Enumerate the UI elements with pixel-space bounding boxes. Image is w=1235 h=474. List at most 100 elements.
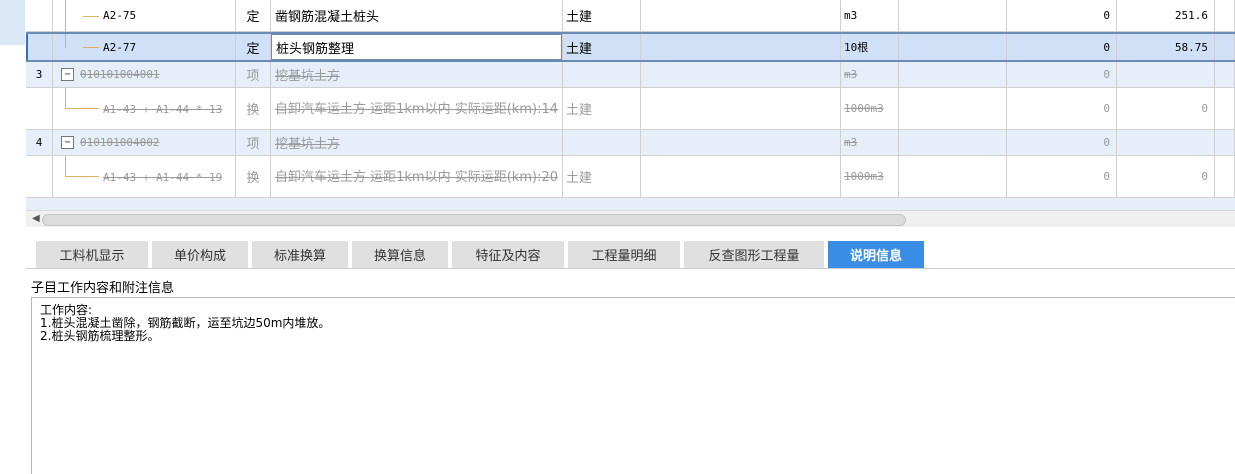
tab-features-content[interactable]: 特征及内容 xyxy=(452,241,564,268)
quantity-cell[interactable]: 0 xyxy=(1007,62,1117,87)
row-number: 4 xyxy=(26,130,53,155)
item-code: A1-43 + A1-44 * 13 xyxy=(103,102,223,116)
empty-cell[interactable] xyxy=(899,130,1007,155)
tab-resource-display[interactable]: 工料机显示 xyxy=(36,241,148,268)
horizontal-scrollbar[interactable]: ◀ xyxy=(26,210,1235,227)
detail-tab-bar: 工料机显示 单价构成 标准换算 换算信息 特征及内容 工程量明细 反查图形工程量… xyxy=(26,238,1235,269)
empty-cell xyxy=(1215,88,1235,129)
empty-cell[interactable] xyxy=(641,130,841,155)
table-row-selected[interactable]: A2-77 定 桩头钢筋整理 土建 10根 0 58.75 xyxy=(26,32,1235,62)
code-cell[interactable]: A2-75 xyxy=(53,0,236,31)
quantity-cell[interactable]: 0 xyxy=(1007,0,1117,31)
left-rail xyxy=(0,0,25,474)
major-cell[interactable]: 土建 xyxy=(563,88,641,129)
price-cell[interactable]: 251.6 xyxy=(1117,0,1215,31)
tree-line xyxy=(83,16,99,17)
major-cell[interactable]: 土建 xyxy=(563,156,641,197)
type-cell[interactable]: 换 xyxy=(236,88,271,129)
row-selector-highlight xyxy=(0,0,25,45)
major-cell[interactable] xyxy=(563,62,641,87)
empty-cell[interactable] xyxy=(641,62,841,87)
tree-line xyxy=(83,47,99,48)
name-cell[interactable]: 挖基坑土方 xyxy=(271,130,563,155)
empty-cell[interactable] xyxy=(641,88,841,129)
tab-quantity-details[interactable]: 工程量明细 xyxy=(568,241,680,268)
collapse-minus-icon[interactable]: − xyxy=(61,136,74,149)
code-cell[interactable]: − 010101004001 xyxy=(53,62,236,87)
row-number xyxy=(26,34,53,60)
empty-cell[interactable] xyxy=(899,88,1007,129)
type-cell[interactable]: 换 xyxy=(236,156,271,197)
table-row[interactable]: A1-43 + A1-44 * 19 换 自卸汽车运土方 运距1km以内 实际运… xyxy=(26,156,1235,198)
row-number xyxy=(26,156,53,197)
item-code: A2-75 xyxy=(103,9,137,22)
major-cell[interactable] xyxy=(563,130,641,155)
quantity-cell[interactable]: 0 xyxy=(1007,130,1117,155)
name-cell[interactable]: 凿钢筋混凝土桩头 xyxy=(271,0,563,31)
panel-title: 子目工作内容和附注信息 xyxy=(31,281,175,296)
description-textarea[interactable]: 工作内容: 1.桩头混凝土凿除，钢筋截断，运至坑边50m内堆放。 2.桩头钢筋梳… xyxy=(31,297,1235,474)
major-cell[interactable]: 土建 xyxy=(563,34,641,60)
tree-line xyxy=(65,34,66,48)
price-cell[interactable]: 58.75 xyxy=(1117,34,1215,60)
table-row[interactable]: A1-43 + A1-44 * 13 换 自卸汽车运土方 运距1km以内 实际运… xyxy=(26,88,1235,130)
unit-cell[interactable]: m3 xyxy=(841,130,899,155)
unit-cell[interactable]: m3 xyxy=(841,62,899,87)
quantity-cell[interactable]: 0 xyxy=(1007,34,1117,60)
tree-line xyxy=(65,0,66,31)
empty-cell[interactable] xyxy=(899,34,1007,60)
price-cell[interactable]: 0 xyxy=(1117,156,1215,197)
tab-reverse-graphic-quantity[interactable]: 反查图形工程量 xyxy=(684,241,824,268)
code-cell[interactable]: A2-77 xyxy=(53,34,236,60)
tab-unit-price-composition[interactable]: 单价构成 xyxy=(152,241,248,268)
empty-cell[interactable] xyxy=(641,34,841,60)
name-cell[interactable]: 自卸汽车运土方 运距1km以内 实际运距(km):20 xyxy=(271,156,563,197)
collapse-minus-icon[interactable]: − xyxy=(61,68,74,81)
quantity-cell[interactable]: 0 xyxy=(1007,156,1117,197)
empty-cell[interactable] xyxy=(899,156,1007,197)
unit-cell[interactable]: m3 xyxy=(841,0,899,31)
type-cell[interactable]: 项 xyxy=(236,62,271,87)
row-number: 3 xyxy=(26,62,53,87)
empty-cell xyxy=(1215,130,1235,155)
table-row-partial[interactable] xyxy=(26,198,1235,210)
tab-conversion-info[interactable]: 换算信息 xyxy=(352,241,448,268)
type-cell[interactable]: 项 xyxy=(236,130,271,155)
major-cell[interactable]: 土建 xyxy=(563,0,641,31)
scrollbar-thumb[interactable] xyxy=(42,214,906,226)
name-cell[interactable]: 自卸汽车运土方 运距1km以内 实际运距(km):14 xyxy=(271,88,563,129)
budget-grid: A2-75 定 凿钢筋混凝土桩头 土建 m3 0 251.6 A2-77 定 桩… xyxy=(26,0,1235,210)
item-code: 010101004001 xyxy=(80,68,160,81)
price-cell[interactable]: 0 xyxy=(1117,88,1215,129)
tab-description-info[interactable]: 说明信息 xyxy=(828,241,924,268)
empty-cell[interactable] xyxy=(899,62,1007,87)
type-cell[interactable]: 定 xyxy=(236,0,271,31)
tab-standard-conversion[interactable]: 标准换算 xyxy=(252,241,348,268)
unit-cell[interactable]: 1000m3 xyxy=(841,156,899,197)
table-row[interactable]: 4 − 010101004002 项 挖基坑土方 m3 0 xyxy=(26,130,1235,156)
type-cell[interactable]: 定 xyxy=(236,34,271,60)
unit-cell[interactable]: 1000m3 xyxy=(841,88,899,129)
price-cell[interactable] xyxy=(1117,130,1215,155)
empty-cell xyxy=(1215,62,1235,87)
code-cell[interactable]: A1-43 + A1-44 * 19 xyxy=(53,156,236,197)
tree-line xyxy=(65,176,99,177)
empty-cell[interactable] xyxy=(641,156,841,197)
name-edit-box[interactable]: 桩头钢筋整理 xyxy=(271,34,562,60)
empty-cell[interactable] xyxy=(641,0,841,31)
price-cell[interactable] xyxy=(1117,62,1215,87)
empty-cell[interactable] xyxy=(899,0,1007,31)
name-cell-editing[interactable]: 桩头钢筋整理 xyxy=(271,34,563,60)
name-cell[interactable]: 挖基坑土方 xyxy=(271,62,563,87)
code-cell[interactable]: A1-43 + A1-44 * 13 xyxy=(53,88,236,129)
table-row[interactable]: A2-75 定 凿钢筋混凝土桩头 土建 m3 0 251.6 xyxy=(26,0,1235,32)
item-code: 010101004002 xyxy=(80,136,160,149)
tab-divider xyxy=(26,268,1235,269)
tree-line xyxy=(65,108,99,109)
unit-cell[interactable]: 10根 xyxy=(841,34,899,60)
scroll-left-arrow-icon[interactable]: ◀ xyxy=(32,213,40,224)
table-row[interactable]: 3 − 010101004001 项 挖基坑土方 m3 0 xyxy=(26,62,1235,88)
code-cell[interactable]: − 010101004002 xyxy=(53,130,236,155)
tree-line xyxy=(65,88,66,109)
quantity-cell[interactable]: 0 xyxy=(1007,88,1117,129)
